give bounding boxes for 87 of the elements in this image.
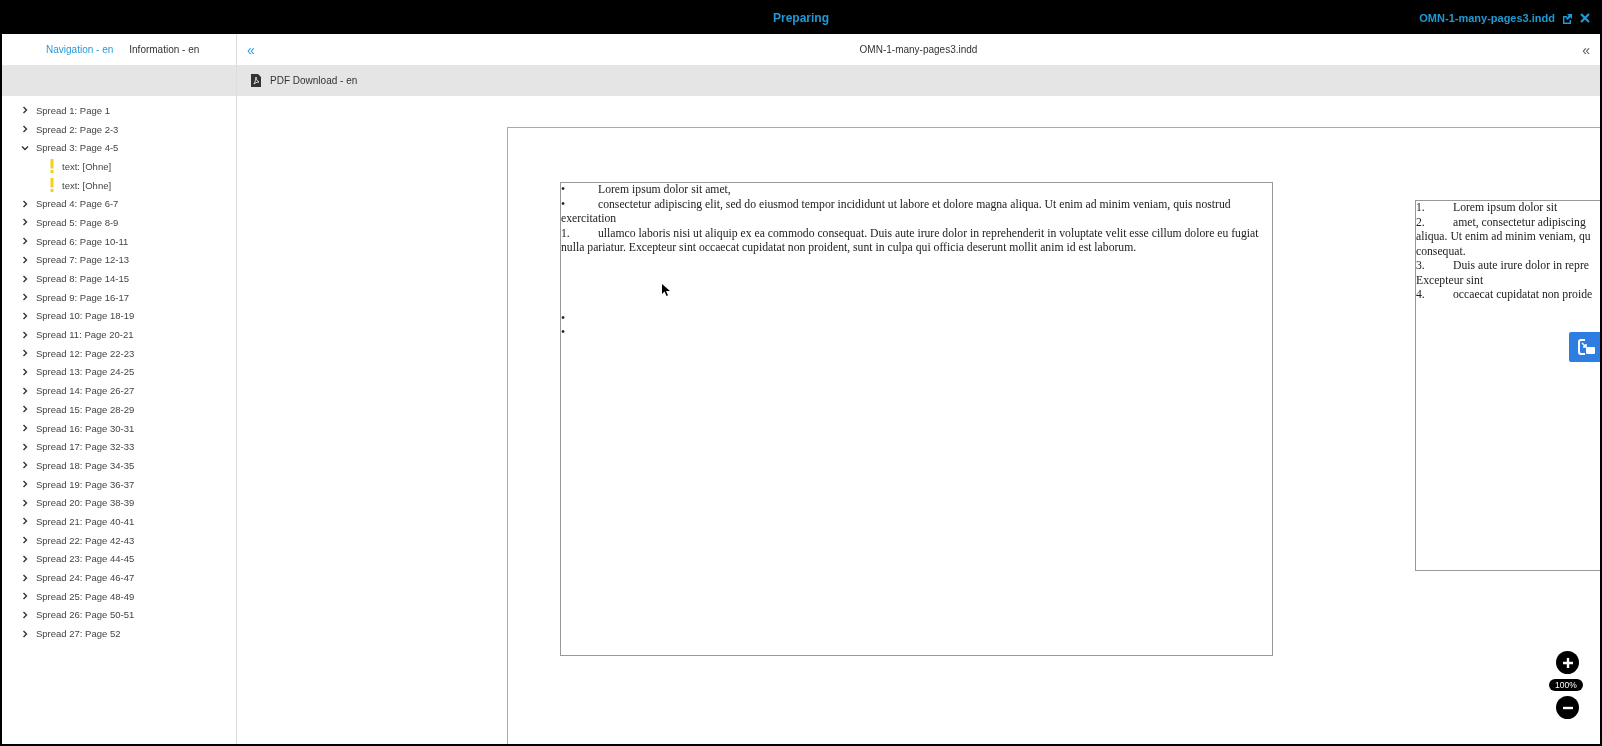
tree-item[interactable]: Spread 13: Page 24-25: [36, 366, 135, 378]
tree-item[interactable]: Spread 20: Page 38-39: [36, 497, 135, 509]
tree-item[interactable]: Spread 17: Page 32-33: [36, 441, 135, 453]
paragraph-text: Excepteur sint: [1416, 273, 1484, 287]
chevron-right-icon[interactable]: [21, 498, 29, 507]
chevron-down-icon[interactable]: [21, 143, 29, 152]
chevron-right-icon[interactable]: [21, 106, 29, 115]
tree-item[interactable]: Spread 18: Page 34-35: [36, 459, 135, 471]
tree-item[interactable]: Spread 8: Page 14-15: [36, 273, 129, 285]
close-icon[interactable]: [1580, 13, 1590, 23]
chevron-right-icon[interactable]: [21, 293, 29, 302]
chevron-right-icon[interactable]: [21, 442, 29, 451]
chevron-right-icon[interactable]: [21, 517, 29, 526]
paragraph-text: occaecat cupidatat non proide: [1453, 288, 1593, 301]
chevron-right-icon[interactable]: [21, 255, 29, 264]
list-marker: •: [561, 311, 567, 326]
chevron-right-icon[interactable]: [21, 237, 29, 246]
plus-icon: [1561, 656, 1574, 669]
tree-item[interactable]: Spread 10: Page 18-19: [36, 310, 135, 322]
chevron-right-icon[interactable]: [21, 592, 29, 601]
list-marker: 3.: [1416, 259, 1426, 274]
tree-item[interactable]: Spread 25: Page 48-49: [36, 590, 135, 602]
tree-item[interactable]: Spread 2: Page 2-3: [36, 123, 119, 135]
tree-item[interactable]: Spread 26: Page 50-51: [36, 609, 135, 621]
list-marker: 1.: [1416, 201, 1426, 216]
chevron-right-icon[interactable]: [21, 386, 29, 395]
chevron-right-icon[interactable]: [21, 461, 29, 470]
tree-item[interactable]: Spread 1: Page 1: [36, 104, 110, 116]
paragraph-text: amet, consectetur adipiscing: [1453, 215, 1586, 229]
pdf-file-icon: [251, 74, 261, 87]
chevron-right-icon[interactable]: [21, 610, 29, 619]
chevron-right-icon[interactable]: [21, 367, 29, 376]
picture-in-picture-icon: [1577, 338, 1597, 356]
cursor-icon: [662, 284, 670, 296]
document-title: OMN-1-many-pages3.indd: [858, 44, 979, 55]
paragraph-text: aliqua. Ut enim ad minim veniam, qu: [1416, 230, 1591, 243]
chevron-right-icon[interactable]: [21, 125, 29, 134]
list-item: 1. ullamco laboris nisi ut aliquip ex ea commodo consequat. Duis aute irure dolor in reprehenderit in voluptate velit esse cillum dolore eu fugiat nulla pariatur. Excepteur sint occaecat cupidatat non proident, sunt in culpa qui officia deserunt mollit anim id est laborum.: [561, 226, 1260, 256]
picture-in-picture-button[interactable]: [1569, 332, 1600, 362]
tree-item[interactable]: Spread 19: Page 36-37: [36, 478, 135, 490]
chevron-right-icon[interactable]: [21, 199, 29, 208]
chevron-right-icon[interactable]: [21, 480, 29, 489]
tree-item[interactable]: Spread 15: Page 28-29: [36, 403, 135, 415]
chevron-right-icon[interactable]: [21, 349, 29, 358]
sidebar-tab[interactable]: Information - en: [129, 44, 200, 55]
tree-item[interactable]: Spread 24: Page 46-47: [36, 572, 135, 584]
tree-item[interactable]: Spread 4: Page 6-7: [36, 198, 119, 210]
list-marker: 4.: [1416, 288, 1426, 303]
zoom-level: 100%: [1549, 679, 1583, 691]
tree-item[interactable]: Spread 14: Page 26-27: [36, 385, 135, 397]
status-title: Preparing: [773, 11, 829, 25]
tree-item[interactable]: Spread 3: Page 4-5: [36, 142, 119, 154]
chevron-right-icon[interactable]: [21, 405, 29, 414]
tree-item[interactable]: Spread 7: Page 12-13: [36, 254, 129, 266]
chevron-right-icon[interactable]: [21, 629, 29, 638]
warning-icon: [50, 178, 54, 193]
list-marker: 2.: [1416, 215, 1426, 230]
list-marker: •: [561, 326, 567, 341]
tree-item[interactable]: Spread 11: Page 20-21: [36, 329, 134, 341]
external-link-icon[interactable]: [1562, 12, 1573, 24]
chevron-right-icon[interactable]: [21, 330, 29, 339]
tree-item[interactable]: Spread 21: Page 40-41: [36, 515, 135, 527]
chevron-right-icon[interactable]: [21, 424, 29, 433]
tree-item[interactable]: Spread 27: Page 52: [36, 628, 121, 640]
tree-item[interactable]: Spread 16: Page 30-31: [36, 422, 135, 434]
paragraph-text: consequat.: [1416, 244, 1466, 258]
chevron-right-icon[interactable]: [21, 311, 29, 320]
chevron-right-icon[interactable]: [21, 274, 29, 283]
tree-item[interactable]: Spread 22: Page 42-43: [36, 534, 135, 546]
list-item: • Lorem ipsum dolor sit amet,: [561, 183, 732, 198]
tree-item[interactable]: Spread 12: Page 22-23: [36, 347, 135, 359]
tree-item[interactable]: text: [Ohne]: [62, 179, 112, 191]
collapse-button[interactable]: «: [1582, 41, 1590, 58]
tree-item[interactable]: Spread 9: Page 16-17: [36, 291, 129, 303]
pdf-download-link[interactable]: PDF Download - en: [270, 75, 358, 86]
chevron-right-icon[interactable]: [21, 554, 29, 563]
file-name: OMN-1-many-pages3.indd: [1419, 12, 1555, 24]
paragraph-text: Lorem ipsum dolor sit: [1453, 201, 1558, 214]
tree-item[interactable]: text: [Ohne]: [62, 160, 112, 172]
chevron-right-icon[interactable]: [21, 573, 29, 582]
tree-item[interactable]: Spread 23: Page 44-45: [36, 553, 135, 565]
tree-item[interactable]: Spread 5: Page 8-9: [36, 216, 119, 228]
tree-item[interactable]: Spread 6: Page 10-11: [36, 235, 129, 247]
paragraph-text: Duis aute irure dolor in repre: [1453, 259, 1589, 272]
chevron-right-icon[interactable]: [21, 536, 29, 545]
chevron-right-icon[interactable]: [21, 218, 29, 227]
warning-icon: [50, 159, 54, 174]
